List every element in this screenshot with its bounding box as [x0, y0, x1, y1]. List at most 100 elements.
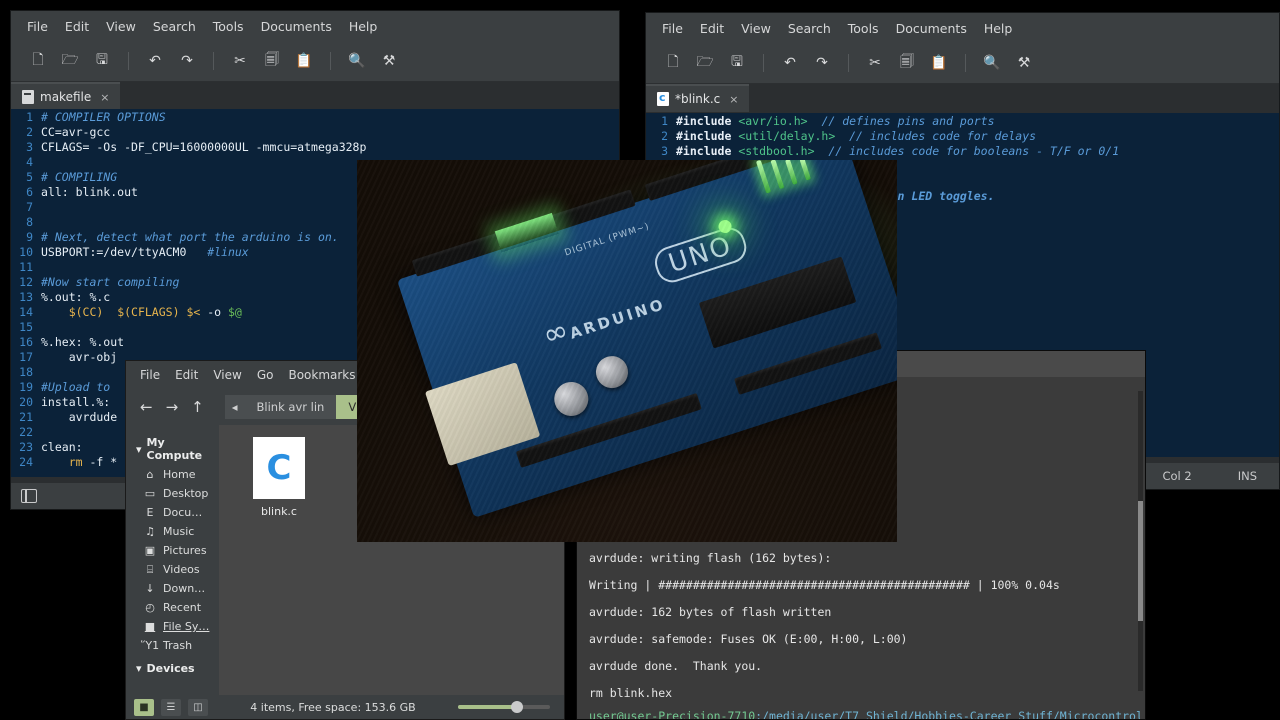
- menubar-right-editor[interactable]: File Edit View Search Tools Documents He…: [646, 13, 1279, 43]
- back-arrow-icon[interactable]: ←: [140, 398, 153, 416]
- open-document-icon[interactable]: 🗁: [694, 52, 716, 74]
- line-number: 10: [11, 245, 33, 260]
- icon-view-button[interactable]: ■: [134, 699, 154, 716]
- chevron-down-icon[interactable]: ▾: [136, 662, 142, 675]
- line-number: 8: [11, 215, 33, 230]
- forward-arrow-icon[interactable]: →: [166, 398, 179, 416]
- menu-view[interactable]: View: [741, 21, 771, 36]
- sidebar-item-pictures[interactable]: ▣ Pictures: [126, 541, 219, 560]
- toolbar-left-editor[interactable]: 🗋 🗁 🖫 ↶ ↷ ✂ 🗐 📋 🔍 ⚒: [11, 41, 619, 82]
- paste-icon[interactable]: 📋: [928, 52, 950, 74]
- tabbar-left-editor[interactable]: makefile ×: [11, 82, 619, 110]
- tabbar-right-editor[interactable]: *blink.c ×: [646, 84, 1279, 112]
- open-document-icon[interactable]: 🗁: [59, 50, 81, 72]
- up-arrow-icon[interactable]: ↑: [191, 398, 204, 416]
- paste-icon[interactable]: 📋: [293, 50, 315, 72]
- filesystem-icon: ■: [144, 621, 156, 633]
- sidebar-item-label: Down…: [163, 582, 205, 595]
- menu-help[interactable]: Help: [349, 19, 378, 34]
- zoom-slider-handle[interactable]: [511, 701, 523, 713]
- menu-tools[interactable]: Tools: [848, 21, 879, 36]
- menu-view[interactable]: View: [213, 368, 241, 382]
- line-number: 22: [11, 425, 33, 440]
- redo-icon[interactable]: ↷: [811, 52, 833, 74]
- sidebar-item-down[interactable]: ↓ Down…: [126, 579, 219, 598]
- menu-edit[interactable]: Edit: [175, 368, 198, 382]
- menu-documents[interactable]: Documents: [896, 21, 967, 36]
- sidebar-item-home[interactable]: ⌂ Home: [126, 465, 219, 484]
- breadcrumb[interactable]: ◂ Blink avr lin V: [225, 395, 368, 419]
- undo-icon[interactable]: ↶: [779, 52, 801, 74]
- sidebar-item-label: File Sy…: [163, 620, 209, 633]
- sidebar-group-devices[interactable]: ▾ Devices: [126, 659, 219, 678]
- sidebar-item-desktop[interactable]: ▭ Desktop: [126, 484, 219, 503]
- find-icon[interactable]: 🔍: [981, 52, 1003, 74]
- scrollbar-thumb[interactable]: [1138, 501, 1143, 621]
- save-icon[interactable]: 🖫: [726, 52, 748, 74]
- menubar-left-editor[interactable]: File Edit View Search Tools Documents He…: [11, 11, 619, 41]
- side-panel-icon[interactable]: [21, 489, 37, 503]
- tab-makefile[interactable]: makefile ×: [11, 82, 120, 110]
- find-replace-icon[interactable]: ⚒: [1013, 52, 1035, 74]
- breadcrumb-item-1[interactable]: Blink avr lin: [245, 395, 337, 419]
- close-icon[interactable]: ×: [100, 91, 109, 104]
- line-number-gutter-left: 1 2 3 4 5 6 7 8 9 10 11 12 13 14 15 16 17 18 19 20 21 22 23 24: [11, 109, 37, 477]
- new-document-icon[interactable]: 🗋: [27, 50, 49, 72]
- sidebar-item-trash[interactable]: Ὕ1 Trash: [126, 636, 219, 655]
- copy-icon[interactable]: 🗐: [261, 50, 283, 72]
- breadcrumb-item-0[interactable]: ◂: [225, 395, 245, 419]
- redo-icon[interactable]: ↷: [176, 50, 198, 72]
- line-number: 23: [11, 440, 33, 455]
- sidebar[interactable]: ▾ My Compute ⌂ Home ▭ Desktop ὜E Docu… ♫ Music ▣…: [126, 425, 219, 695]
- sidebar-group-label: My Compute: [147, 436, 219, 462]
- menu-search[interactable]: Search: [788, 21, 831, 36]
- arduino-uno-photo: DIGITAL (PWM~) ∞ ARDUINO UNO: [357, 160, 897, 542]
- cut-icon[interactable]: ✂: [864, 52, 886, 74]
- tab-label: makefile: [40, 90, 91, 104]
- file-item-blink-c[interactable]: C blink.c: [243, 437, 315, 518]
- tab-blink-c[interactable]: *blink.c ×: [646, 84, 749, 112]
- menu-go[interactable]: Go: [257, 368, 274, 382]
- makefile-icon: [22, 90, 34, 104]
- menu-file[interactable]: File: [27, 19, 48, 34]
- close-icon[interactable]: ×: [729, 93, 738, 106]
- save-icon[interactable]: 🖫: [91, 50, 113, 72]
- terminal-scrollbar[interactable]: [1138, 391, 1143, 691]
- sidebar-item-docu[interactable]: ὜E Docu…: [126, 503, 219, 522]
- line-number: 20: [11, 395, 33, 410]
- menu-edit[interactable]: Edit: [65, 19, 89, 34]
- new-document-icon[interactable]: 🗋: [662, 52, 684, 74]
- sidebar-item-videos[interactable]: ⌸ Videos: [126, 560, 219, 579]
- sidebar-item-recent[interactable]: ◴ Recent: [126, 598, 219, 617]
- chevron-down-icon[interactable]: ▾: [136, 443, 142, 456]
- list-view-button[interactable]: ☰: [161, 699, 181, 716]
- cut-icon[interactable]: ✂: [229, 50, 251, 72]
- zoom-slider[interactable]: [458, 705, 550, 709]
- find-icon[interactable]: 🔍: [346, 50, 368, 72]
- menu-bookmarks[interactable]: Bookmarks: [288, 368, 355, 382]
- clock-icon: ◴: [144, 602, 156, 614]
- desktop-icon: ▭: [144, 488, 156, 500]
- sidebar-items[interactable]: ⌂ Home ▭ Desktop ὜E Docu… ♫ Music ▣ Pictures ⌸ Vide…: [126, 465, 219, 655]
- menu-documents[interactable]: Documents: [261, 19, 332, 34]
- compact-view-button[interactable]: ◫: [188, 699, 208, 716]
- menu-help[interactable]: Help: [984, 21, 1013, 36]
- music-note-icon: ♫: [144, 526, 156, 538]
- sidebar-item-file-sy[interactable]: ■ File Sy…: [126, 617, 219, 636]
- find-replace-icon[interactable]: ⚒: [378, 50, 400, 72]
- menu-view[interactable]: View: [106, 19, 136, 34]
- menu-tools[interactable]: Tools: [213, 19, 244, 34]
- undo-icon[interactable]: ↶: [144, 50, 166, 72]
- line-number: 12: [11, 275, 33, 290]
- sidebar-group-my-computer[interactable]: ▾ My Compute: [126, 433, 219, 465]
- sidebar-group-label: Devices: [147, 662, 195, 675]
- toolbar-right-editor[interactable]: 🗋 🗁 🖫 ↶ ↷ ✂ 🗐 📋 🔍 ⚒: [646, 43, 1279, 84]
- menu-file[interactable]: File: [662, 21, 683, 36]
- menu-search[interactable]: Search: [153, 19, 196, 34]
- copy-icon[interactable]: 🗐: [896, 52, 918, 74]
- sidebar-item-label: Pictures: [163, 544, 207, 557]
- sidebar-item-music[interactable]: ♫ Music: [126, 522, 219, 541]
- line-number: 2: [646, 129, 668, 144]
- menu-edit[interactable]: Edit: [700, 21, 724, 36]
- menu-file[interactable]: File: [140, 368, 160, 382]
